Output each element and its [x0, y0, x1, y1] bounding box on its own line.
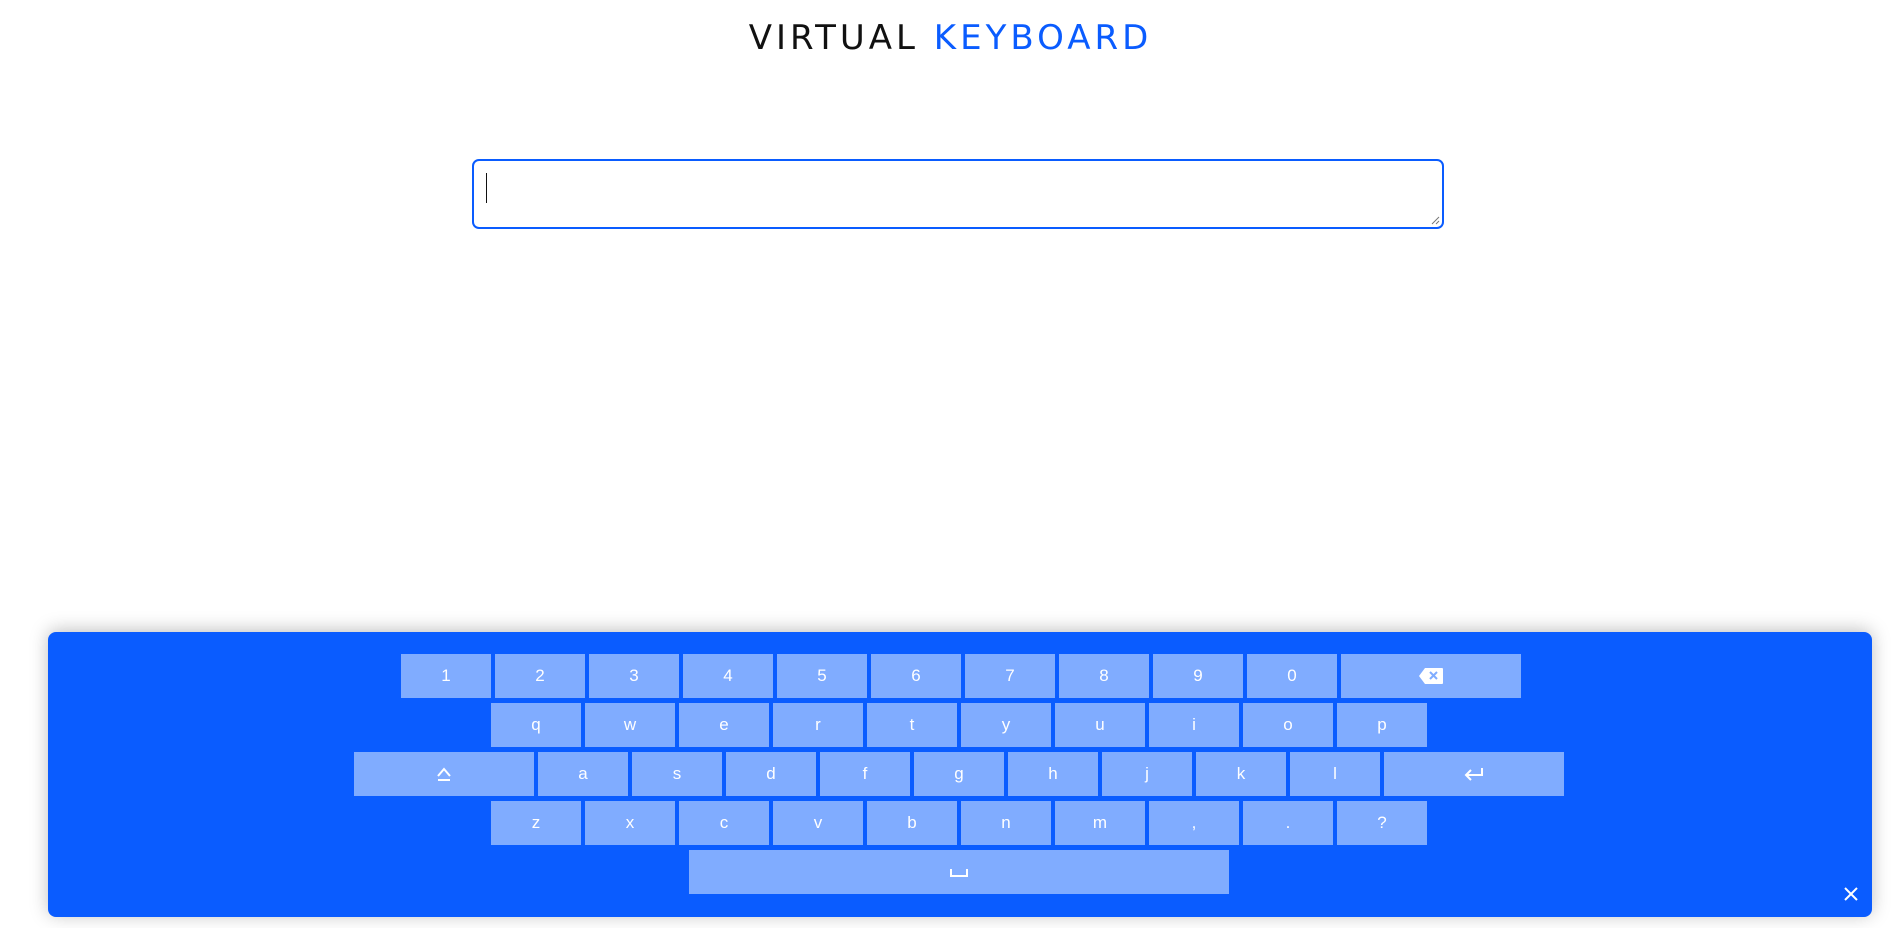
key-k[interactable]: k: [1196, 752, 1286, 796]
virtual-keyboard: 1 2 3 4 5 6 7 8 9 0 q w e r t y u i o p a s d f g h j k l z x c v b n m,.?: [48, 632, 1872, 917]
key-backspace[interactable]: [1341, 654, 1521, 698]
key-6[interactable]: 6: [871, 654, 961, 698]
key-e[interactable]: e: [679, 703, 769, 747]
key-x[interactable]: x: [585, 801, 675, 845]
key-d[interactable]: d: [726, 752, 816, 796]
title-virtual: VIRTUAL: [748, 18, 919, 58]
space-icon: [949, 866, 969, 878]
key-q[interactable]: q: [491, 703, 581, 747]
shift-icon: [436, 766, 452, 782]
key-,[interactable]: ,: [1149, 801, 1239, 845]
key-8[interactable]: 8: [1059, 654, 1149, 698]
key-y[interactable]: y: [961, 703, 1051, 747]
key-2[interactable]: 2: [495, 654, 585, 698]
key-i[interactable]: i: [1149, 703, 1239, 747]
key-a[interactable]: a: [538, 752, 628, 796]
key-l[interactable]: l: [1290, 752, 1380, 796]
key-j[interactable]: j: [1102, 752, 1192, 796]
key-7[interactable]: 7: [965, 654, 1055, 698]
key-f[interactable]: f: [820, 752, 910, 796]
key-m[interactable]: m: [1055, 801, 1145, 845]
key-space[interactable]: [689, 850, 1229, 894]
key-t[interactable]: t: [867, 703, 957, 747]
key-s[interactable]: s: [632, 752, 722, 796]
key-p[interactable]: p: [1337, 703, 1427, 747]
enter-icon: [1463, 766, 1485, 782]
key-3[interactable]: 3: [589, 654, 679, 698]
key-1[interactable]: 1: [401, 654, 491, 698]
key-4[interactable]: 4: [683, 654, 773, 698]
key-0[interactable]: 0: [1247, 654, 1337, 698]
key-n[interactable]: n: [961, 801, 1051, 845]
key-w[interactable]: w: [585, 703, 675, 747]
key-h[interactable]: h: [1008, 752, 1098, 796]
text-input-area[interactable]: [472, 159, 1444, 229]
key-g[interactable]: g: [914, 752, 1004, 796]
key-o[interactable]: o: [1243, 703, 1333, 747]
key-r[interactable]: r: [773, 703, 863, 747]
key-.[interactable]: .: [1243, 801, 1333, 845]
key-c[interactable]: c: [679, 801, 769, 845]
text-caret: [486, 173, 487, 203]
key-z[interactable]: z: [491, 801, 581, 845]
close-icon[interactable]: [1842, 885, 1860, 903]
resize-grip-icon[interactable]: [1430, 215, 1440, 225]
key-9[interactable]: 9: [1153, 654, 1243, 698]
key-shift[interactable]: [354, 752, 534, 796]
backspace-icon: [1418, 667, 1444, 685]
key-u[interactable]: u: [1055, 703, 1145, 747]
page: VIRTUAL KEYBOARD 1234567890 qwertyuiop asd…: [0, 0, 1901, 928]
key-5[interactable]: 5: [777, 654, 867, 698]
key-enter[interactable]: [1384, 752, 1564, 796]
key-?[interactable]: ?: [1337, 801, 1427, 845]
page-title: VIRTUAL KEYBOARD: [0, 18, 1901, 58]
key-b[interactable]: b: [867, 801, 957, 845]
key-v[interactable]: v: [773, 801, 863, 845]
title-keyboard: KEYBOARD: [933, 18, 1153, 58]
